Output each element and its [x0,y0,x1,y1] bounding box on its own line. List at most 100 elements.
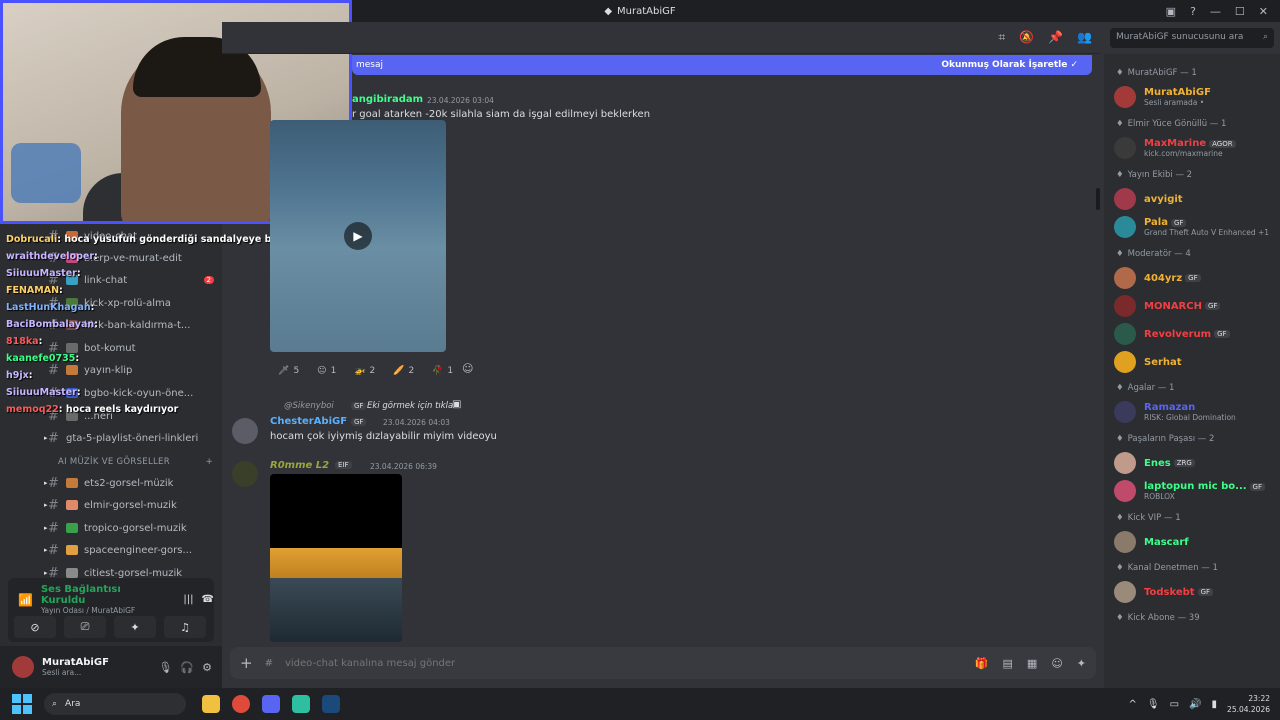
member-group-header: ♦ Moderatör — 4 [1116,249,1191,259]
member-item[interactable]: MONARCH GF [1114,293,1276,319]
member-activity: ROBLOX [1144,492,1175,501]
display-icon[interactable]: ▭ [1170,699,1179,710]
voice-room[interactable]: Yayın Odası / MuratAbiGF [41,606,157,615]
member-item[interactable]: MuratAbiGF Sesli aramada • [1114,84,1276,110]
user-panel: MuratAbiGF Sesli ara... 🎙 🎧 ⚙ [0,646,222,688]
message-input[interactable] [284,657,963,669]
reaction-chip[interactable]: 🗡 5 [272,362,305,380]
member-item[interactable]: MaxMarine AGOR kick.com/maxmarine [1114,135,1276,161]
maximize-button[interactable]: ☐ [1235,5,1245,18]
avatar [1114,531,1136,553]
clock[interactable]: 23:22 25.04.2026 [1227,693,1270,715]
soundboard-button[interactable]: ♫ [164,616,206,638]
reaction-count: 2 [369,366,376,376]
member-list-icon[interactable]: 👥 [1077,30,1092,45]
member-item[interactable]: Todskebt GF [1114,579,1276,605]
overlay-chat-line: memoq22: hoca reels kaydırıyor [6,404,178,415]
share-screen-button[interactable]: ⎚ [64,616,106,638]
close-button[interactable]: ✕ [1259,5,1268,18]
message-author[interactable]: angibiradam [352,94,423,105]
channel-item[interactable]: ▸ # ets2-gorsel-müzik [44,472,218,494]
taskbar-search[interactable]: ⌕ Ara [44,693,186,715]
message-author[interactable]: R0mme L2 [270,460,329,471]
avatar[interactable] [232,461,258,487]
settings-gear-icon[interactable]: ⚙ [202,661,212,674]
reaction-chip[interactable]: 🚁 2 [348,362,381,380]
member-item[interactable]: laptopun mic bo... GF ROBLOX [1114,478,1276,504]
video-attachment[interactable]: ▶ [270,120,446,352]
new-messages-banner[interactable]: mesaj Okunmuş Olarak İşaretle ✓ [352,55,1092,75]
mark-read-button[interactable]: Okunmuş Olarak İşaretle ✓ [941,60,1078,70]
apps-icon[interactable]: ✦ [1077,657,1086,670]
reaction-chip[interactable]: 😐 1 [311,362,342,380]
help-icon[interactable]: ? [1190,5,1196,18]
chevron-up-icon[interactable]: ^ [1129,699,1137,710]
banner-text: mesaj [356,60,384,70]
overlay-message: : [94,251,98,262]
channel-item[interactable]: ▸ # spaceengineer-gors... [44,539,218,561]
member-activity: kick.com/maxmarine [1144,149,1223,158]
channel-item[interactable]: ▸ # tropico-gorsel-muzik [44,517,218,539]
pinned-icon[interactable]: 📌 [1048,30,1063,45]
play-icon[interactable]: ▶ [344,222,372,250]
reaction-chip[interactable]: 🥀 1 [426,362,459,380]
member-tag: AGOR [1209,139,1236,148]
camera-off-button[interactable]: ⊘ [14,616,56,638]
member-item[interactable]: Serhat [1114,349,1276,375]
member-item[interactable]: Mascarf [1114,529,1276,555]
microphone-icon[interactable]: 🎙 [158,661,172,674]
battery-icon[interactable]: ▮ [1212,699,1218,710]
sticker-icon[interactable]: ▦ [1027,657,1037,670]
reaction-count: 1 [447,366,454,376]
member-item[interactable]: Pala GF Grand Theft Auto V Enhanced +1 [1114,214,1276,240]
headphones-icon[interactable]: 🎧 [180,661,194,674]
caret-icon: ▸ [44,479,48,487]
minimize-button[interactable]: — [1210,5,1221,18]
add-reaction-icon[interactable]: ☺ [462,362,473,375]
member-item[interactable]: Enes ZRG [1114,450,1276,476]
noise-icon[interactable]: ||| [183,594,193,605]
disconnect-icon[interactable]: ☎ [202,594,214,605]
discord-icon[interactable] [262,695,280,713]
overlay-chat-line: wraithdeveloper: [6,251,98,262]
reply-author[interactable]: @Sikenyboi [284,401,334,411]
add-attachment-icon[interactable]: + [240,654,253,672]
user-name[interactable]: MuratAbiGF [42,657,109,668]
gif-icon[interactable]: ▤ [1003,657,1013,670]
inbox-icon[interactable]: ▣ [1166,5,1176,18]
app-icon[interactable] [292,695,310,713]
start-button[interactable] [12,694,32,714]
member-item[interactable]: Ramazan RISK: Global Domination [1114,399,1276,425]
emoji-icon[interactable]: ☺ [1051,657,1062,670]
voice-status[interactable]: Ses Bağlantısı Kuruldu [41,584,157,606]
reaction-chip[interactable]: 🥖 2 [387,362,420,380]
reply-text[interactable]: Eki görmek için tıkla [367,401,453,411]
clock-date: 25.04.2026 [1227,705,1270,714]
volume-icon[interactable]: 🔊 [1189,699,1201,710]
avatar[interactable] [12,656,34,678]
server-search[interactable]: MuratAbiGF sunucusunu ara ⌕ [1110,28,1274,48]
video-attachment[interactable] [270,474,402,642]
member-item[interactable]: avyigit [1114,186,1276,212]
avatar[interactable] [232,418,258,444]
chrome-icon[interactable] [232,695,250,713]
overlay-chat-line: SiiuuuMaster: [6,387,81,398]
microphone-icon[interactable]: 🎙 [1147,699,1160,710]
add-channel-icon[interactable]: + [206,457,213,467]
channel-item[interactable]: ▸ # gta-5-playlist-öneri-linkleri [44,427,218,449]
scrollbar[interactable] [1096,188,1100,210]
channel-item[interactable]: ▸ # elmir-gorsel-muzik [44,494,218,516]
member-item[interactable]: Revolverum GF [1114,321,1276,347]
category-header[interactable]: AI MÜZİK VE GÖRSELLER + [58,457,213,467]
member-group-header: ♦ Paşaların Paşası — 2 [1116,434,1214,444]
threads-icon[interactable]: ⌗ [998,30,1005,45]
file-explorer-icon[interactable] [202,695,220,713]
activities-button[interactable]: ✦ [114,616,156,638]
avatar [1114,581,1136,603]
notifications-muted-icon[interactable]: 🔕 [1019,30,1034,45]
steam-icon[interactable] [322,695,340,713]
overlay-username: FENAMAN [6,285,60,296]
gift-icon[interactable]: 🎁 [975,657,989,670]
message-author[interactable]: ChesterAbiGF [270,416,347,427]
member-item[interactable]: 404yrz GF [1114,265,1276,291]
